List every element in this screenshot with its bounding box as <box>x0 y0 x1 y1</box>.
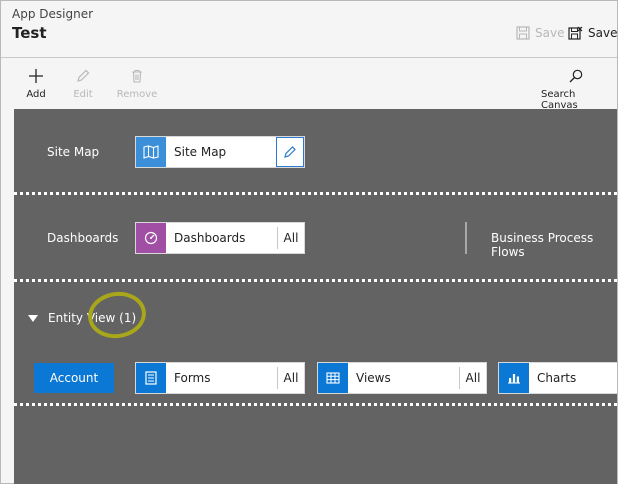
dashboards-all-button[interactable]: All <box>277 227 304 249</box>
search-canvas-label: Search Canvas <box>541 89 578 111</box>
site-map-edit-button[interactable] <box>276 137 304 167</box>
row-divider <box>14 403 617 406</box>
app-designer-window: App Designer Test Save Save Add Edit Rem… <box>0 0 618 484</box>
pencil-icon <box>77 69 90 82</box>
add-label: Add <box>26 89 46 100</box>
search-canvas-button[interactable]: Search Canvas <box>541 68 611 111</box>
forms-all-button[interactable]: All <box>277 367 304 389</box>
form-icon <box>136 363 166 393</box>
save-button-disabled[interactable]: Save <box>516 23 564 43</box>
designer-canvas: Site Map Site Map Dashboards Dashboards … <box>14 109 617 484</box>
save-and-close-button[interactable]: Save <box>568 23 617 43</box>
trash-icon <box>132 69 142 83</box>
account-entity-button[interactable]: Account <box>34 363 114 393</box>
vertical-separator <box>465 222 467 254</box>
views-tile-label: Views <box>356 371 391 385</box>
header: App Designer Test Save Save <box>1 1 617 58</box>
save-and-close-icon <box>568 26 583 40</box>
grid-icon <box>318 363 348 393</box>
edit-label: Edit <box>73 89 93 100</box>
forms-tile[interactable]: Forms All <box>135 362 305 394</box>
views-all-button[interactable]: All <box>459 367 486 389</box>
forms-tile-label: Forms <box>174 371 211 385</box>
views-tile[interactable]: Views All <box>317 362 487 394</box>
charts-tile-label: Charts <box>537 371 577 385</box>
business-process-flows-label: Business Process Flows <box>491 231 594 259</box>
search-icon <box>569 69 583 83</box>
dashboards-tile[interactable]: Dashboards All <box>135 222 305 254</box>
charts-tile[interactable]: Charts <box>498 362 617 394</box>
remove-button[interactable]: Remove <box>115 68 159 100</box>
row-divider <box>14 279 617 282</box>
dashboards-tile-label: Dashboards <box>174 231 246 245</box>
save-icon <box>516 26 530 40</box>
add-button[interactable]: Add <box>21 68 51 100</box>
remove-label: Remove <box>116 89 158 100</box>
save-disabled-label: Save <box>535 26 565 40</box>
edit-button[interactable]: Edit <box>68 68 98 100</box>
app-name: App Designer <box>12 7 94 21</box>
site-map-tile[interactable]: Site Map <box>135 136 305 168</box>
map-icon <box>136 137 166 167</box>
collapse-triangle-icon <box>28 314 38 322</box>
chart-icon <box>499 363 529 393</box>
site-map-row-label: Site Map <box>47 145 100 159</box>
toolbar: Add Edit Remove Search Canvas <box>1 59 617 111</box>
save-label: Save <box>588 26 618 40</box>
plus-icon <box>29 69 43 83</box>
highlight-annotation <box>85 288 149 342</box>
dashboard-icon <box>136 223 166 253</box>
row-divider <box>14 192 617 195</box>
site-map-tile-label: Site Map <box>174 145 227 159</box>
pencil-icon <box>284 146 296 158</box>
app-title: Test <box>12 24 47 42</box>
dashboards-row-label: Dashboards <box>47 231 119 245</box>
